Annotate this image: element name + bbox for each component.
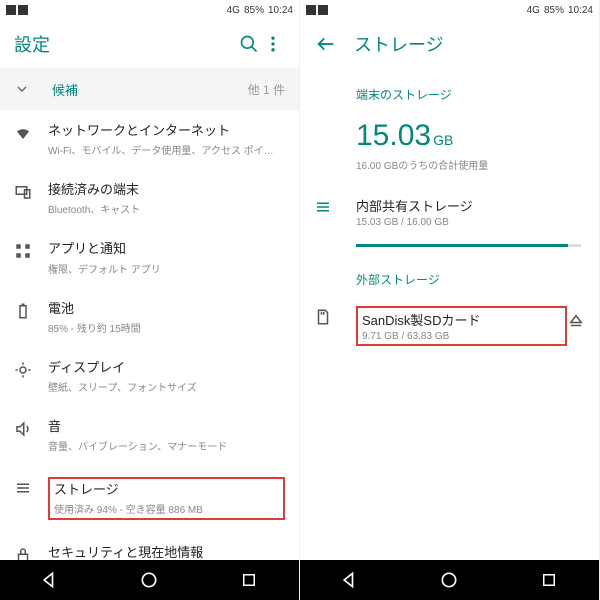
settings-screen: 4G 85% 10:24 設定 候補 他 1 件 ネットワークとインターネットW… [0, 0, 300, 600]
row-network[interactable]: ネットワークとインターネットWi-Fi、モバイル、データ使用量、アクセス ポイ… [0, 110, 299, 169]
internal-progress [356, 244, 581, 247]
total-sub: 16.00 GBのうちの合計使用量 [300, 157, 599, 186]
nav-bar [0, 560, 299, 600]
row-sdcard[interactable]: SanDisk製SDカード 9.71 GB / 63.83 GB [300, 296, 599, 356]
nav-back-icon[interactable] [39, 569, 61, 591]
eject-icon[interactable] [567, 306, 585, 330]
nav-back-icon[interactable] [339, 569, 361, 591]
status-bar: 4G 85% 10:24 [0, 0, 299, 20]
back-icon[interactable] [314, 32, 338, 56]
nav-recent-icon[interactable] [238, 569, 260, 591]
status-time: 10:24 [268, 5, 293, 16]
sound-icon [14, 418, 48, 438]
storage-icon [14, 477, 48, 497]
more-icon[interactable] [261, 32, 285, 56]
row-sound[interactable]: 音音量、バイブレーション、マナーモード [0, 406, 299, 465]
nav-home-icon[interactable] [438, 569, 460, 591]
suggestion-row[interactable]: 候補 他 1 件 [0, 68, 299, 110]
apps-icon [14, 240, 48, 260]
status-net: 4G [227, 5, 240, 16]
page-title: 設定 [14, 31, 50, 57]
section-device: 端末のストレージ [300, 68, 599, 111]
devices-icon [14, 181, 48, 201]
settings-list: ネットワークとインターネットWi-Fi、モバイル、データ使用量、アクセス ポイ…… [0, 110, 299, 560]
lock-icon [14, 544, 48, 560]
chevron-down-icon [14, 81, 30, 97]
storage-icon [314, 196, 356, 216]
brightness-icon [14, 359, 48, 379]
sdcard-icon [314, 306, 356, 326]
nav-bar [300, 560, 599, 600]
row-security[interactable]: セキュリティと現在地情報 [0, 532, 299, 560]
row-display[interactable]: ディスプレイ壁紙、スリープ、フォントサイズ [0, 347, 299, 406]
status-bar: 4G 85% 10:24 [300, 0, 599, 20]
row-battery[interactable]: 電池85% - 残り約 15時間 [0, 288, 299, 347]
nav-recent-icon[interactable] [538, 569, 560, 591]
app-bar: 設定 [0, 20, 299, 68]
nav-home-icon[interactable] [138, 569, 160, 591]
storage-content: 端末のストレージ 15.03GB 16.00 GBのうちの合計使用量 内部共有ス… [300, 68, 599, 560]
suggestion-label: 候補 [52, 80, 248, 99]
app-bar: ストレージ [300, 20, 599, 68]
page-title: ストレージ [354, 31, 444, 57]
row-storage[interactable]: ストレージ使用済み 94% - 空き容量 886 MB [0, 465, 299, 532]
row-internal[interactable]: 内部共有ストレージ 15.03 GB / 16.00 GB [300, 186, 599, 238]
battery-icon [14, 300, 48, 320]
search-icon[interactable] [237, 32, 261, 56]
wifi-icon [14, 122, 48, 142]
row-connected[interactable]: 接続済みの端末Bluetooth、キャスト [0, 169, 299, 228]
storage-screen: 4G 85% 10:24 ストレージ 端末のストレージ 15.03GB 16.0… [300, 0, 600, 600]
suggestion-more: 他 1 件 [248, 81, 285, 98]
section-external: 外部ストレージ [300, 253, 599, 296]
total-used: 15.03GB [300, 111, 599, 157]
status-battery: 85% [244, 5, 264, 16]
row-apps[interactable]: アプリと通知権限、デフォルト アプリ [0, 228, 299, 287]
